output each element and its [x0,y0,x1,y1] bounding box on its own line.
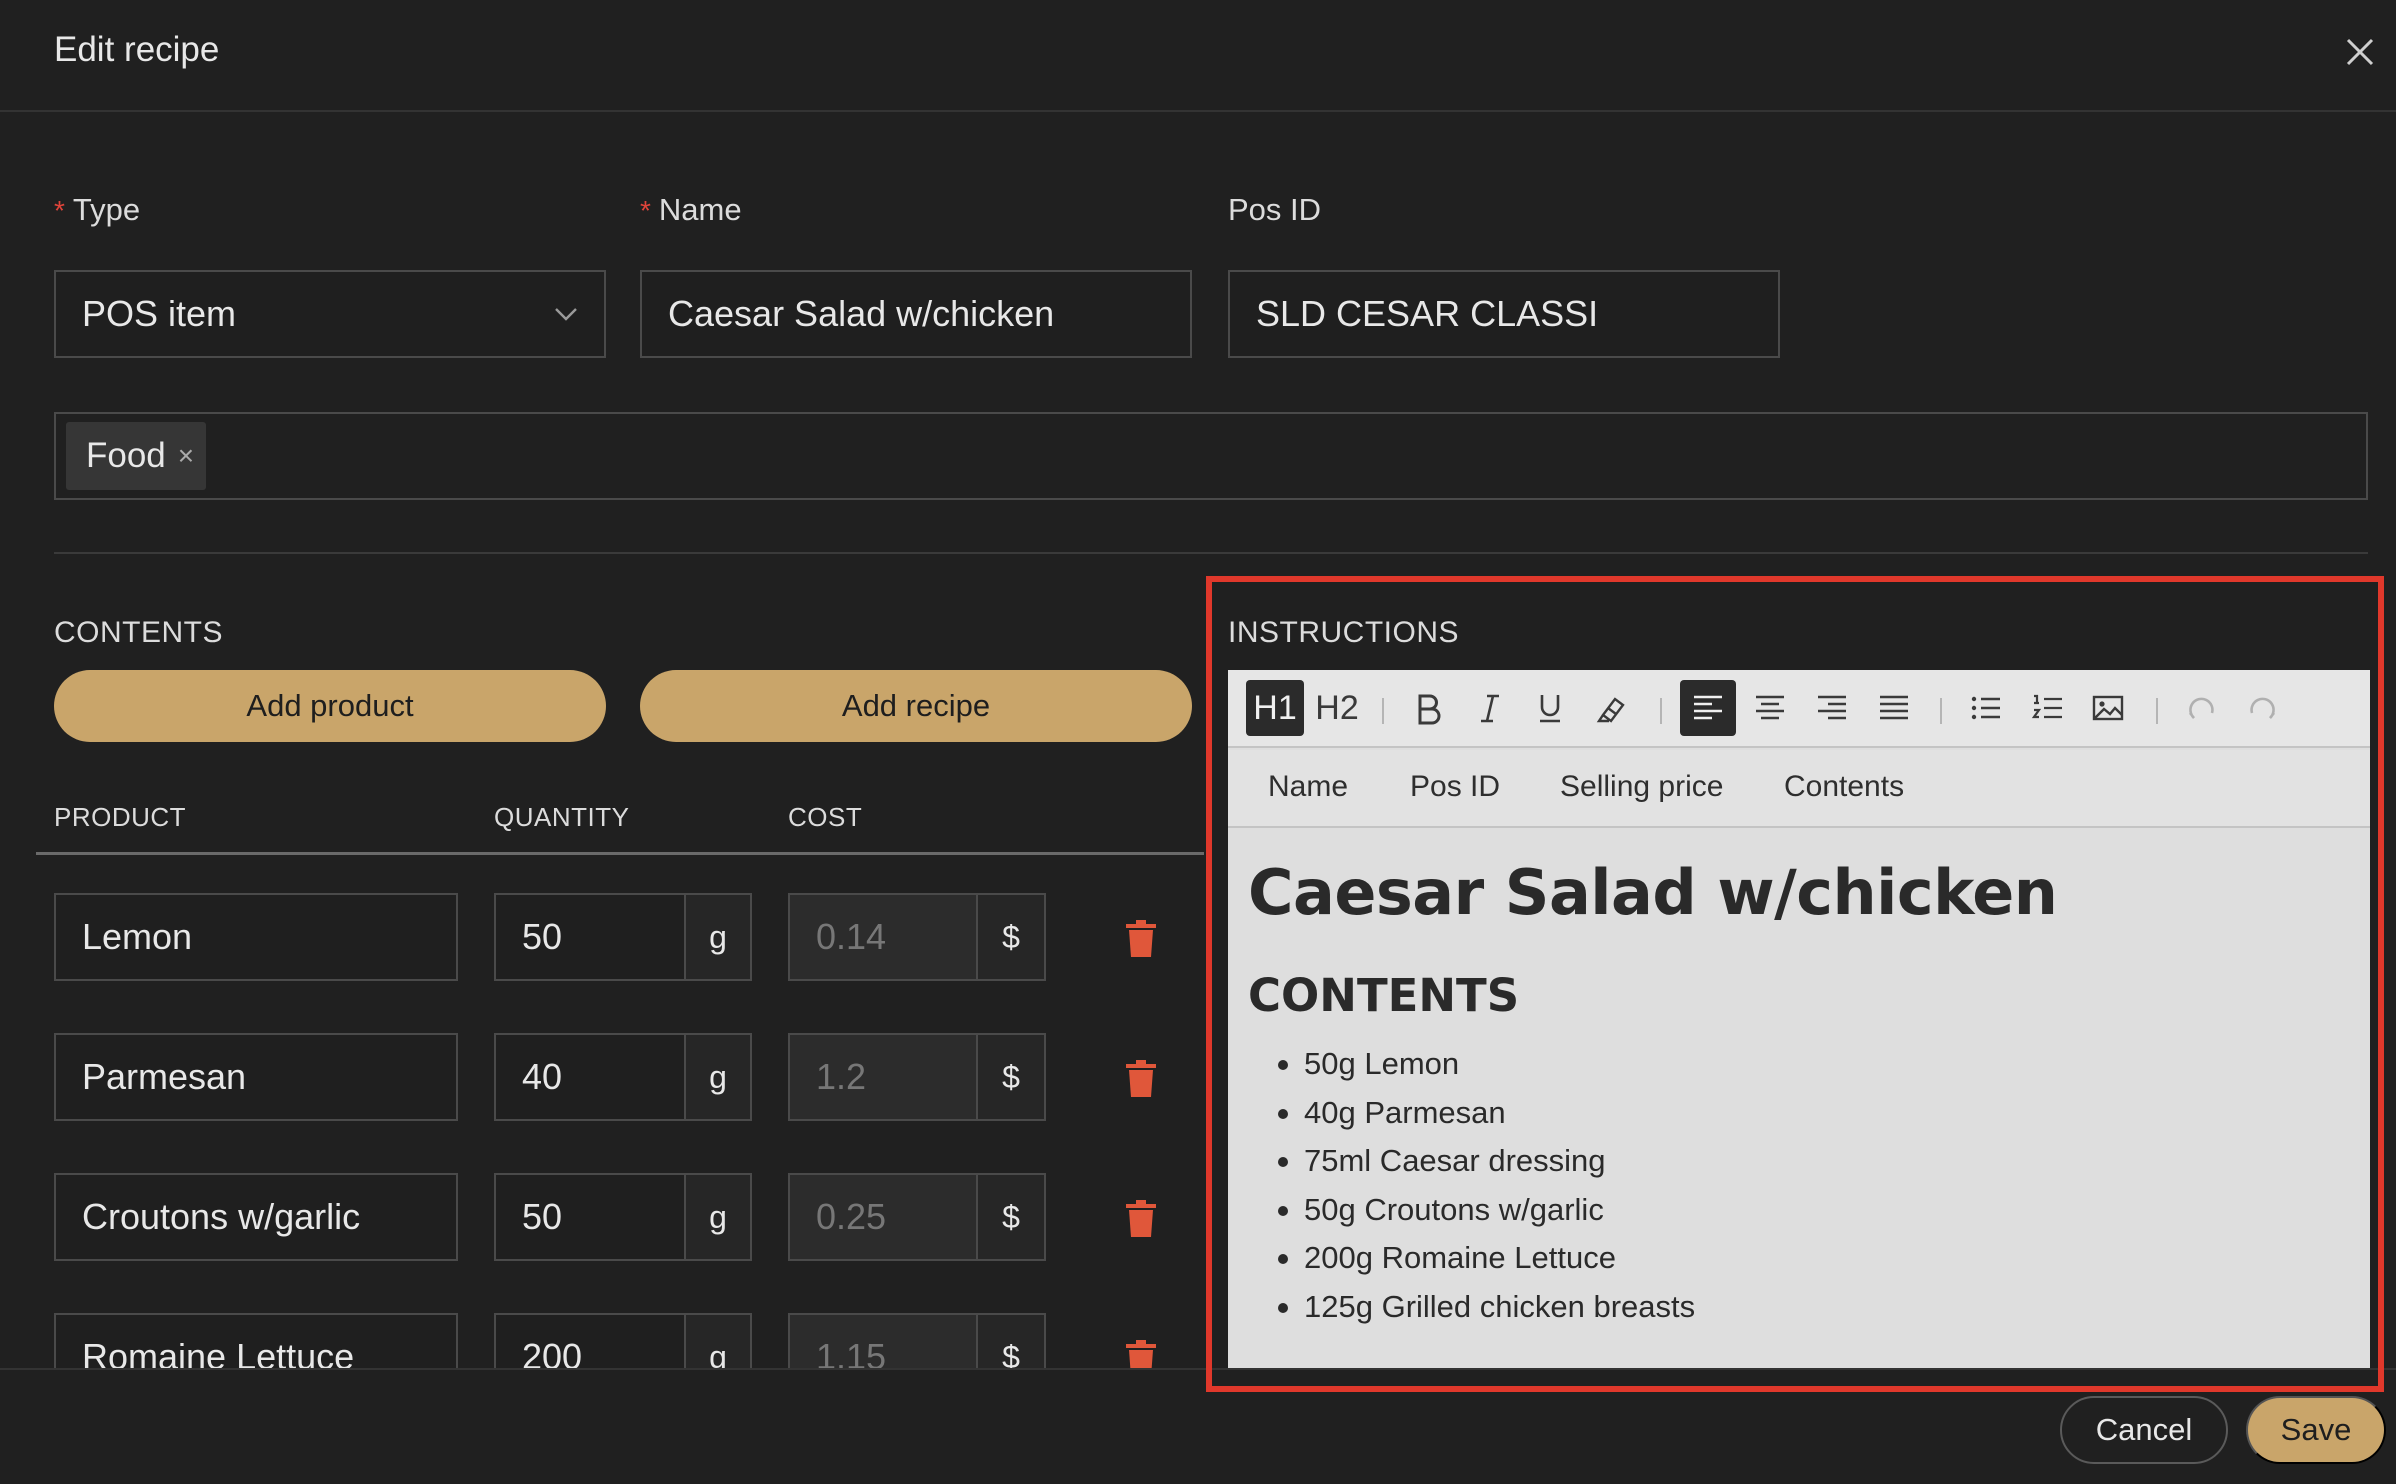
cost-field: 0.25 [788,1173,978,1261]
pos-id-label: Pos ID [1228,192,1322,227]
type-select[interactable]: POS item [54,270,606,358]
unit-addon: g [684,1173,752,1261]
cost-field: 0.14 [788,893,978,981]
product-input[interactable]: Lemon [54,893,458,981]
type-select-value: POS item [82,293,237,334]
table-row: Romaine Lettuce 200 g 1.15 $ [0,1313,1204,1370]
currency-addon: $ [976,1173,1046,1261]
product-input[interactable]: Romaine Lettuce [54,1313,458,1370]
quantity-input[interactable]: 50 [494,893,686,981]
dialog-header: Edit recipe [0,0,2396,112]
cost-field: 1.15 [788,1313,978,1370]
tag-food: Food × [66,422,207,490]
quantity-input[interactable]: 200 [494,1313,686,1370]
name-input[interactable]: Caesar Salad w/chicken [640,270,1192,358]
table-row: Parmesan 40 g 1.2 $ [0,1033,1204,1121]
add-product-button[interactable]: Add product [54,670,606,742]
pos-id-input[interactable]: SLD CESAR CLASSI [1228,270,1780,358]
name-label: * Name [640,192,742,227]
currency-addon: $ [976,1033,1046,1121]
table-row: Lemon 50 g 0.14 $ [0,893,1204,981]
chevron-down-icon [555,308,577,321]
trash-icon[interactable] [1124,1199,1158,1239]
save-button[interactable]: Save [2246,1396,2386,1464]
column-header-quantity: QUANTITY [494,802,630,832]
tag-remove-icon[interactable]: × [178,440,194,472]
currency-addon: $ [976,1313,1046,1370]
cost-field: 1.2 [788,1033,978,1121]
trash-icon[interactable] [1124,919,1158,959]
product-input[interactable]: Croutons w/garlic [54,1173,458,1261]
highlight-frame [1206,576,2384,1392]
product-input[interactable]: Parmesan [54,1033,458,1121]
section-divider [54,552,2368,554]
trash-icon[interactable] [1124,1339,1158,1370]
add-recipe-button[interactable]: Add recipe [640,670,1192,742]
table-header-divider [36,852,1204,855]
tags-input[interactable]: Food × [54,412,2368,500]
close-icon[interactable] [2342,34,2378,70]
type-label: * Type [54,192,141,227]
column-header-cost: COST [788,802,863,832]
tag-label: Food [86,436,166,475]
contents-heading: CONTENTS [54,616,223,649]
quantity-input[interactable]: 40 [494,1033,686,1121]
dialog-title: Edit recipe [54,30,220,69]
currency-addon: $ [976,893,1046,981]
column-header-product: PRODUCT [54,802,187,832]
quantity-input[interactable]: 50 [494,1173,686,1261]
unit-addon: g [684,1313,752,1370]
trash-icon[interactable] [1124,1059,1158,1099]
table-row: Croutons w/garlic 50 g 0.25 $ [0,1173,1204,1261]
unit-addon: g [684,893,752,981]
contents-table-body: Lemon 50 g 0.14 $ Parmesan 40 g 1.2 $ Cr… [0,860,1204,1370]
unit-addon: g [684,1033,752,1121]
cancel-button[interactable]: Cancel [2060,1396,2228,1464]
